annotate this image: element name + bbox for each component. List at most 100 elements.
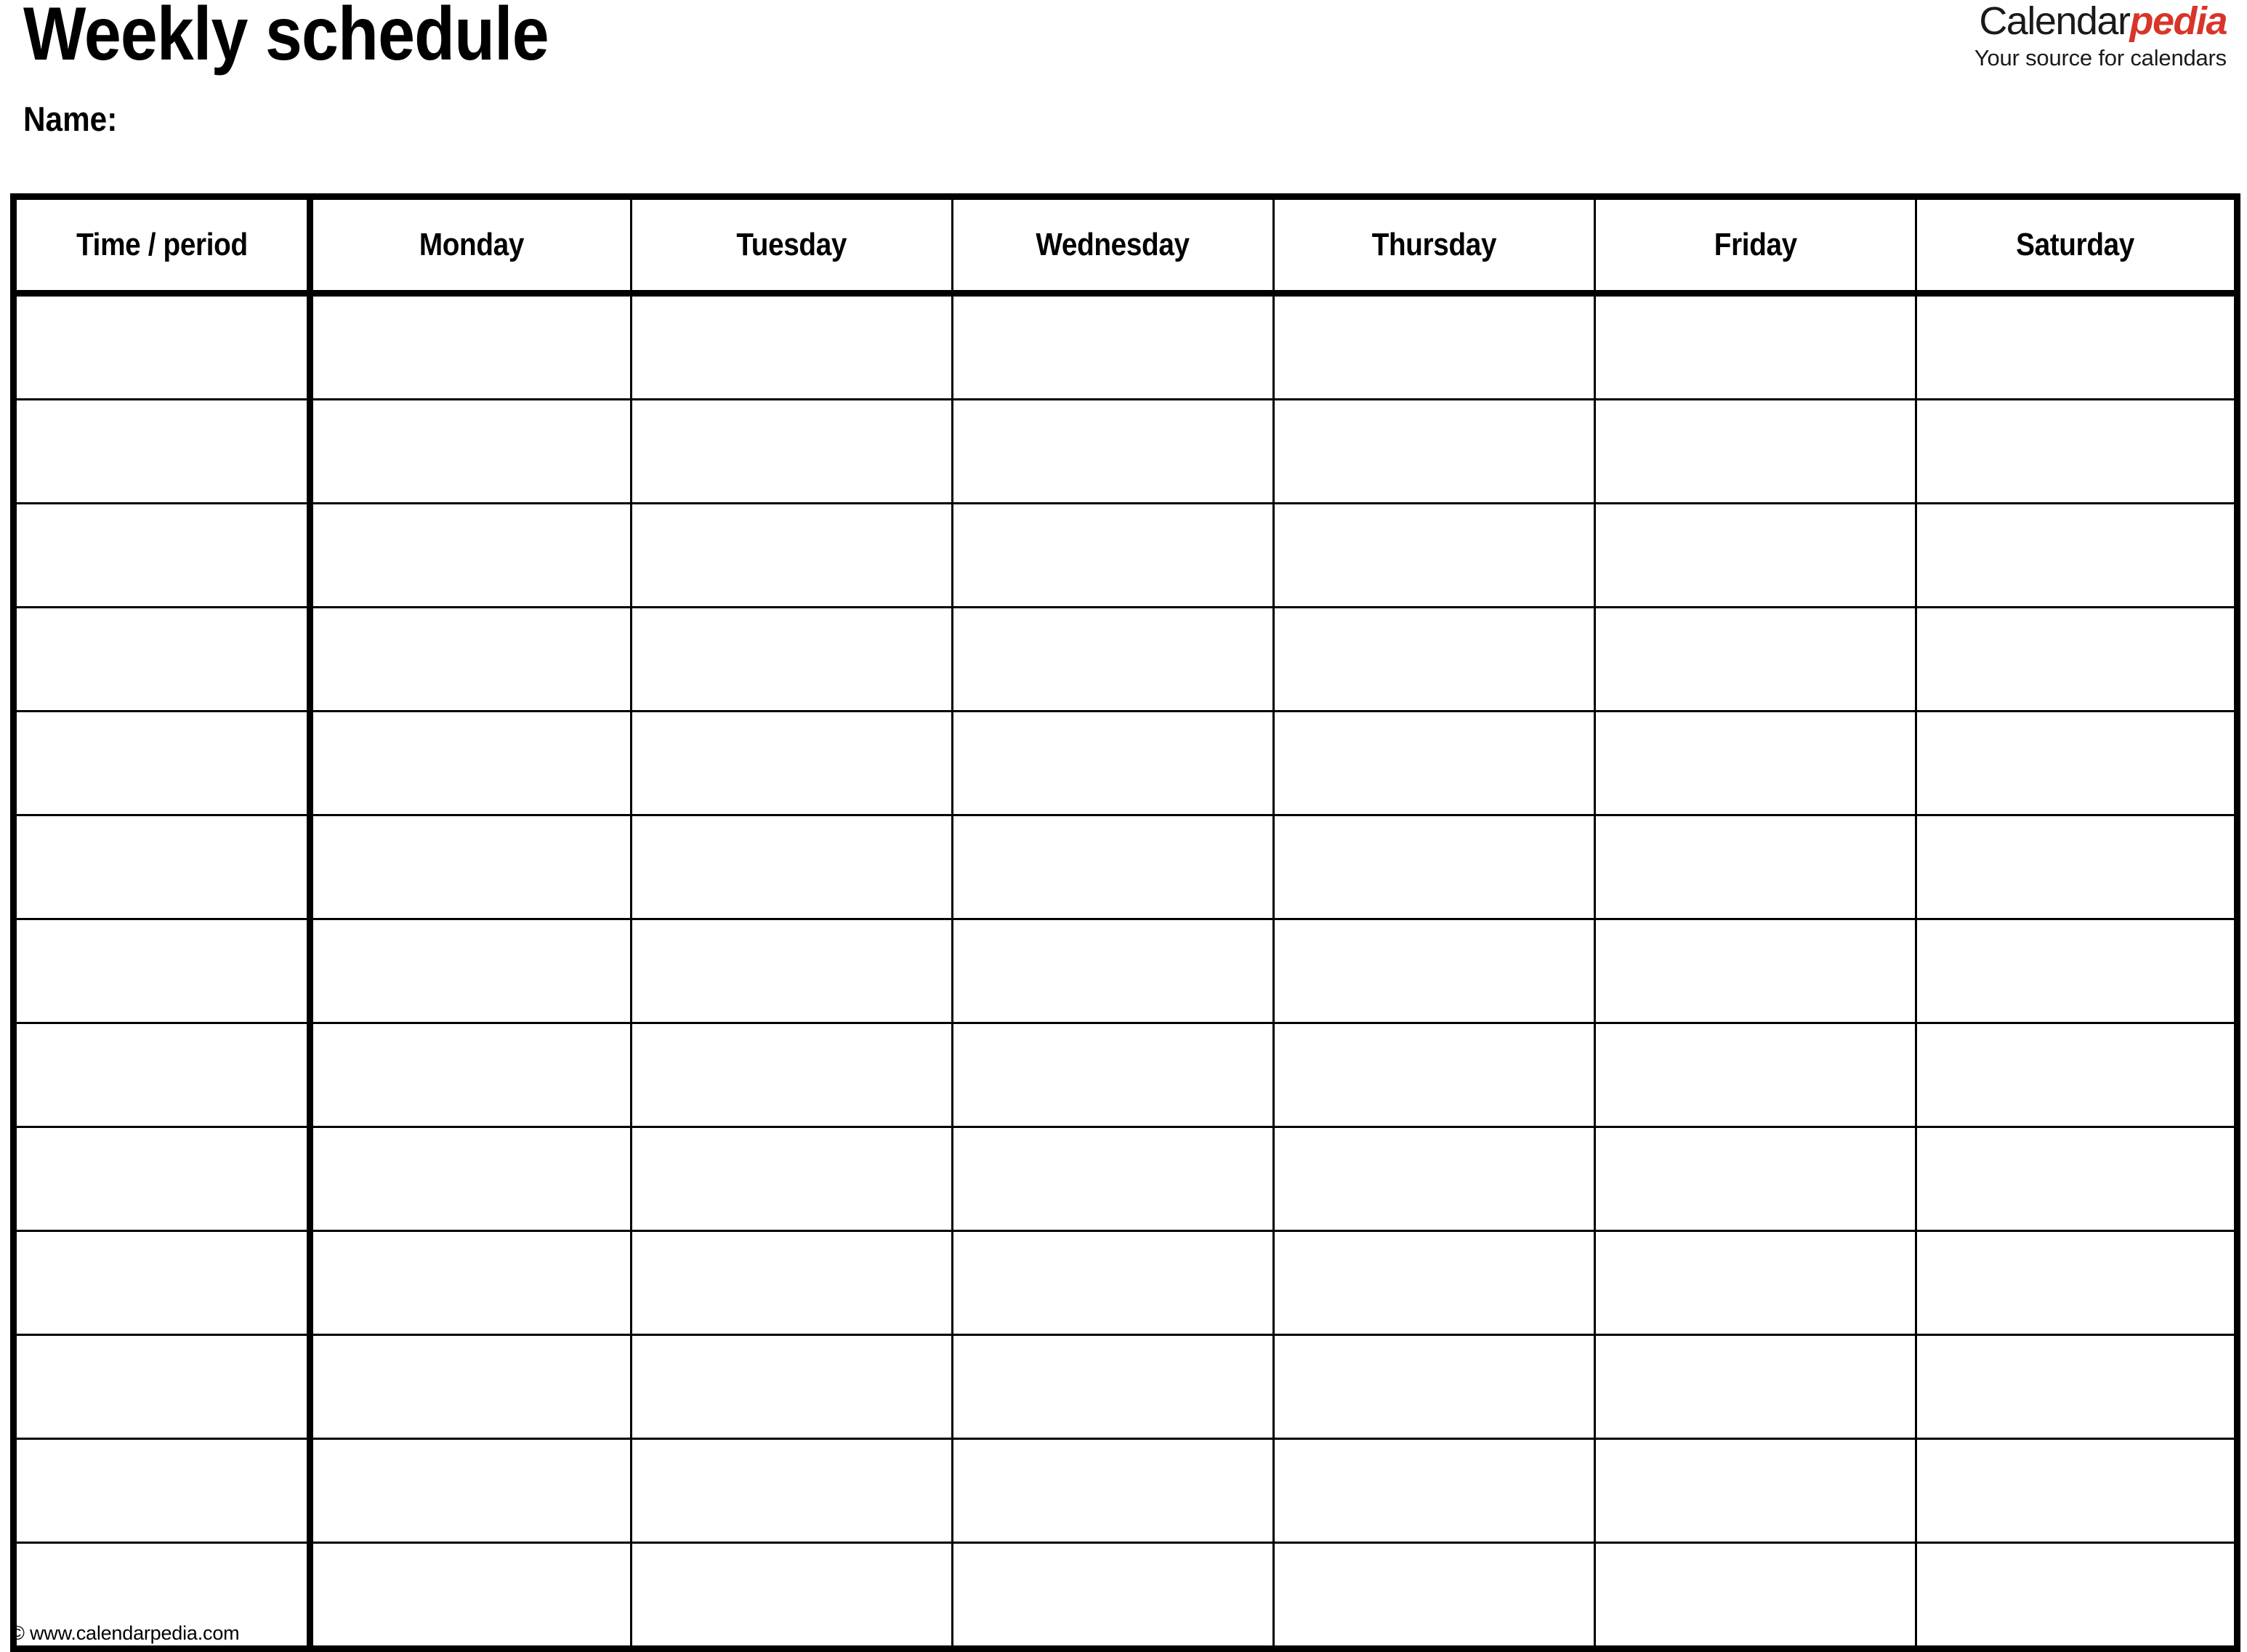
cell-friday[interactable] bbox=[1594, 399, 1917, 504]
cell-wednesday[interactable] bbox=[952, 711, 1275, 816]
cell-time[interactable] bbox=[13, 1023, 313, 1128]
cell-thursday[interactable] bbox=[1273, 293, 1596, 400]
cell-thursday[interactable] bbox=[1273, 1023, 1596, 1128]
cell-thursday[interactable] bbox=[1273, 815, 1596, 920]
cell-time[interactable] bbox=[13, 503, 313, 608]
cell-wednesday[interactable] bbox=[952, 607, 1275, 712]
cell-saturday[interactable] bbox=[1916, 919, 2238, 1024]
cell-friday[interactable] bbox=[1594, 1542, 1917, 1649]
cell-thursday[interactable] bbox=[1273, 1542, 1596, 1649]
cell-wednesday[interactable] bbox=[952, 1542, 1275, 1649]
cell-friday[interactable] bbox=[1594, 1127, 1917, 1232]
cell-saturday[interactable] bbox=[1916, 399, 2238, 504]
cell-saturday[interactable] bbox=[1916, 1438, 2238, 1544]
cell-monday[interactable] bbox=[310, 1438, 632, 1544]
cell-time[interactable] bbox=[13, 1334, 313, 1440]
cell-saturday[interactable] bbox=[1916, 503, 2238, 608]
cell-tuesday[interactable] bbox=[631, 1127, 953, 1232]
weekly-schedule-table: Time / period Monday Tuesday Wednesday T… bbox=[10, 193, 2240, 1652]
cell-saturday[interactable] bbox=[1916, 293, 2238, 400]
cell-tuesday[interactable] bbox=[631, 1023, 953, 1128]
cell-wednesday[interactable] bbox=[952, 1127, 1275, 1232]
column-header-wednesday-label: Wednesday bbox=[1036, 227, 1190, 262]
cell-tuesday[interactable] bbox=[631, 607, 953, 712]
cell-monday[interactable] bbox=[310, 1334, 632, 1440]
cell-time[interactable] bbox=[13, 1438, 313, 1544]
cell-thursday[interactable] bbox=[1273, 919, 1596, 1024]
cell-saturday[interactable] bbox=[1916, 1127, 2238, 1232]
cell-saturday[interactable] bbox=[1916, 815, 2238, 920]
cell-thursday[interactable] bbox=[1273, 1230, 1596, 1336]
cell-friday[interactable] bbox=[1594, 503, 1917, 608]
cell-tuesday[interactable] bbox=[631, 1438, 953, 1544]
cell-wednesday[interactable] bbox=[952, 1438, 1275, 1544]
cell-thursday[interactable] bbox=[1273, 503, 1596, 608]
cell-time[interactable] bbox=[13, 607, 313, 712]
cell-friday[interactable] bbox=[1594, 1438, 1917, 1544]
cell-monday[interactable] bbox=[310, 815, 632, 920]
cell-time[interactable] bbox=[13, 1127, 313, 1232]
table-row bbox=[13, 1334, 2238, 1440]
cell-time[interactable] bbox=[13, 711, 313, 816]
cell-saturday[interactable] bbox=[1916, 607, 2238, 712]
column-header-friday: Friday bbox=[1594, 196, 1917, 297]
cell-tuesday[interactable] bbox=[631, 1334, 953, 1440]
cell-thursday[interactable] bbox=[1273, 711, 1596, 816]
cell-friday[interactable] bbox=[1594, 1230, 1917, 1336]
cell-wednesday[interactable] bbox=[952, 1230, 1275, 1336]
cell-friday[interactable] bbox=[1594, 293, 1917, 400]
cell-wednesday[interactable] bbox=[952, 815, 1275, 920]
cell-thursday[interactable] bbox=[1273, 607, 1596, 712]
cell-thursday[interactable] bbox=[1273, 1127, 1596, 1232]
cell-friday[interactable] bbox=[1594, 607, 1917, 712]
cell-time[interactable] bbox=[13, 1230, 313, 1336]
cell-wednesday[interactable] bbox=[952, 919, 1275, 1024]
cell-friday[interactable] bbox=[1594, 711, 1917, 816]
table-header: Time / period Monday Tuesday Wednesday T… bbox=[13, 196, 2238, 297]
cell-time[interactable] bbox=[13, 919, 313, 1024]
cell-saturday[interactable] bbox=[1916, 1023, 2238, 1128]
cell-tuesday[interactable] bbox=[631, 919, 953, 1024]
cell-monday[interactable] bbox=[310, 293, 632, 400]
cell-tuesday[interactable] bbox=[631, 1230, 953, 1336]
cell-monday[interactable] bbox=[310, 503, 632, 608]
cell-monday[interactable] bbox=[310, 1230, 632, 1336]
cell-wednesday[interactable] bbox=[952, 1334, 1275, 1440]
cell-time[interactable] bbox=[13, 293, 313, 400]
cell-monday[interactable] bbox=[310, 711, 632, 816]
cell-monday[interactable] bbox=[310, 1023, 632, 1128]
cell-time[interactable] bbox=[13, 815, 313, 920]
cell-monday[interactable] bbox=[310, 919, 632, 1024]
cell-thursday[interactable] bbox=[1273, 1334, 1596, 1440]
brand-name-accent: pedia bbox=[2129, 0, 2227, 43]
footer-copyright: © www.calendarpedia.com bbox=[10, 1622, 240, 1644]
cell-friday[interactable] bbox=[1594, 1334, 1917, 1440]
cell-saturday[interactable] bbox=[1916, 711, 2238, 816]
cell-friday[interactable] bbox=[1594, 1023, 1917, 1128]
cell-saturday[interactable] bbox=[1916, 1230, 2238, 1336]
cell-friday[interactable] bbox=[1594, 815, 1917, 920]
cell-wednesday[interactable] bbox=[952, 1023, 1275, 1128]
cell-thursday[interactable] bbox=[1273, 399, 1596, 504]
table-row bbox=[13, 711, 2238, 816]
cell-tuesday[interactable] bbox=[631, 503, 953, 608]
cell-time[interactable] bbox=[13, 399, 313, 504]
cell-monday[interactable] bbox=[310, 607, 632, 712]
cell-tuesday[interactable] bbox=[631, 711, 953, 816]
cell-thursday[interactable] bbox=[1273, 1438, 1596, 1544]
table-row bbox=[13, 1542, 2238, 1649]
cell-monday[interactable] bbox=[310, 1542, 632, 1649]
cell-saturday[interactable] bbox=[1916, 1334, 2238, 1440]
cell-wednesday[interactable] bbox=[952, 503, 1275, 608]
cell-tuesday[interactable] bbox=[631, 399, 953, 504]
cell-monday[interactable] bbox=[310, 1127, 632, 1232]
cell-wednesday[interactable] bbox=[952, 293, 1275, 400]
table-row bbox=[13, 503, 2238, 608]
cell-tuesday[interactable] bbox=[631, 293, 953, 400]
cell-wednesday[interactable] bbox=[952, 399, 1275, 504]
cell-saturday[interactable] bbox=[1916, 1542, 2238, 1649]
cell-friday[interactable] bbox=[1594, 919, 1917, 1024]
cell-tuesday[interactable] bbox=[631, 1542, 953, 1649]
cell-monday[interactable] bbox=[310, 399, 632, 504]
cell-tuesday[interactable] bbox=[631, 815, 953, 920]
